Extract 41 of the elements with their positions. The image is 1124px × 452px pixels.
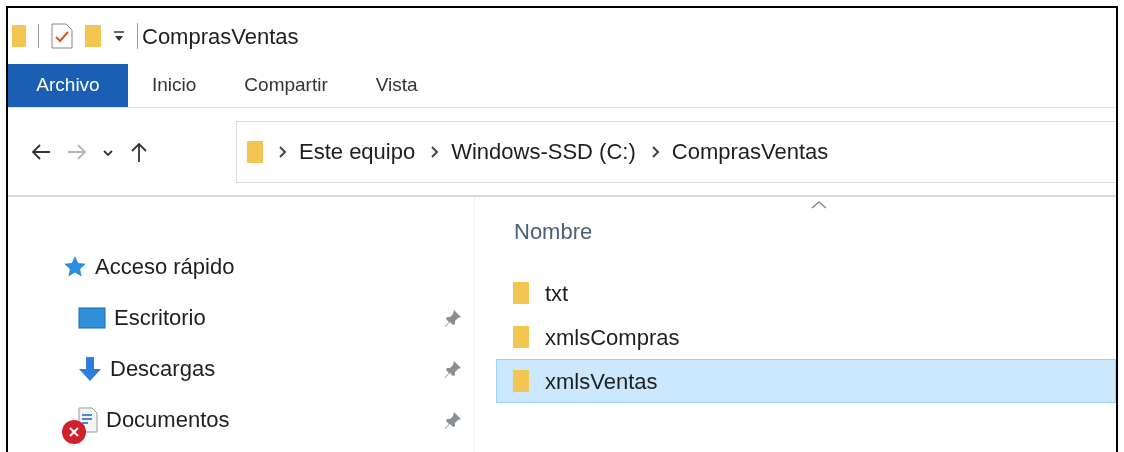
breadcrumb-item[interactable]: Windows-SSD (C:) (451, 135, 636, 168)
ribbon-tab[interactable]: Compartir (220, 64, 352, 107)
sidebar-label[interactable]: Acceso rápido (95, 250, 235, 283)
sidebar-item[interactable]: Escritorio (8, 292, 474, 343)
breadcrumb-item[interactable]: ComprasVentas (671, 135, 829, 168)
file-name: xmlsVentas (545, 367, 658, 396)
ribbon-tab[interactable]: Vista (351, 64, 442, 107)
sidebar-label[interactable]: Documentos (106, 403, 230, 436)
address-bar[interactable]: Este equipo Windows-SSD (C:) ComprasVentas (236, 120, 1116, 183)
file-row[interactable]: txt (496, 271, 1116, 315)
ribbon-tab[interactable]: Inicio (128, 64, 221, 107)
down-arrow-icon (78, 355, 102, 382)
document-icon (78, 406, 98, 433)
pin-icon[interactable] (444, 359, 462, 378)
properties-icon[interactable] (51, 23, 73, 49)
breadcrumb-item[interactable]: Este equipo (299, 135, 416, 168)
file-name: xmlsCompras (545, 323, 680, 352)
chevron-icon[interactable] (651, 145, 660, 158)
folder-icon (513, 368, 529, 394)
folder-icon (247, 138, 263, 165)
sidebar-item[interactable]: Acceso rápido (8, 241, 474, 292)
column-header[interactable]: Nombre (514, 215, 593, 263)
chevron-icon[interactable] (279, 145, 287, 158)
file-name: txt (545, 279, 569, 308)
monitor-icon (78, 306, 106, 329)
folder-icon (513, 324, 529, 350)
sidebar-item[interactable]: Documentos (8, 394, 474, 445)
sidebar-item[interactable]: Descargas (8, 343, 474, 394)
sort-caret-icon (811, 200, 827, 209)
file-row[interactable]: xmlsVentas (496, 359, 1116, 403)
customize-toolbar-icon[interactable] (113, 30, 125, 42)
file-row[interactable]: xmlsCompras (496, 315, 1116, 359)
sidebar-label[interactable]: Escritorio (114, 301, 206, 334)
window-title: ComprasVentas (142, 22, 299, 51)
pin-icon[interactable] (444, 410, 462, 429)
star-icon (63, 254, 87, 279)
folder-icon (513, 280, 529, 306)
chevron-icon[interactable] (431, 145, 440, 158)
pin-icon[interactable] (444, 308, 462, 327)
file-menu-tab[interactable]: Archivo (8, 64, 128, 107)
sidebar-label[interactable]: Descargas (110, 352, 216, 385)
